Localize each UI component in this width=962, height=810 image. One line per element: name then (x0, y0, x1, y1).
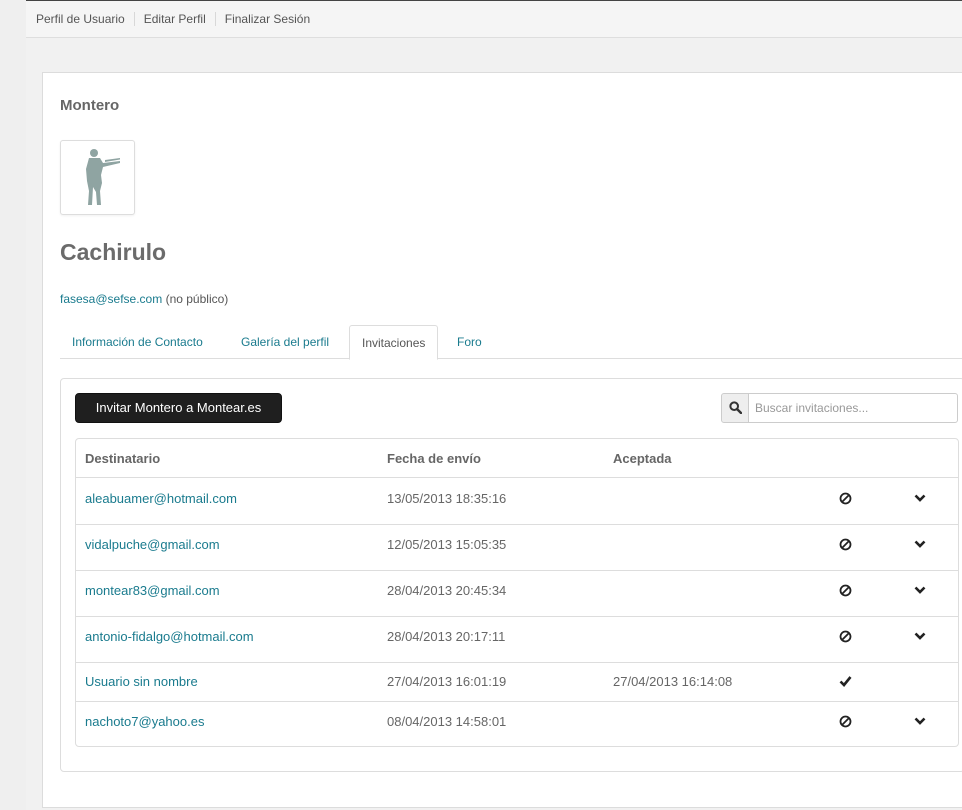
table-row: vidalpuche@gmail.com 12/05/2013 15:05:35 (76, 525, 958, 571)
sent-date: 28/04/2013 20:17:11 (387, 629, 506, 644)
ban-icon[interactable] (839, 715, 853, 729)
sent-date: 12/05/2013 15:05:35 (387, 537, 507, 552)
tab-foro[interactable]: Foro (445, 325, 494, 359)
profile-name: Cachirulo (60, 239, 167, 265)
check-icon (839, 675, 853, 689)
ban-icon[interactable] (839, 538, 853, 552)
ban-icon[interactable] (839, 630, 853, 644)
table-row: montear83@gmail.com 28/04/2013 20:45:34 (76, 571, 958, 617)
left-margin-strip (0, 0, 26, 810)
hunter-silhouette-icon (86, 149, 120, 205)
invitations-table: Destinatario Fecha de envío Aceptada ale… (75, 438, 959, 747)
nav-editar-perfil[interactable]: Editar Perfil (133, 12, 215, 26)
avatar (60, 140, 135, 215)
email-line: fasesa@sefse.com (no público) (60, 292, 228, 306)
sent-date: 28/04/2013 20:45:34 (387, 583, 507, 598)
chevron-down-icon[interactable] (914, 716, 928, 730)
table-header: Destinatario Fecha de envío Aceptada (76, 439, 958, 478)
chevron-down-icon[interactable] (914, 539, 928, 553)
search-box (721, 393, 959, 423)
chevron-down-icon[interactable] (914, 585, 928, 599)
table-row: antonio-fidalgo@hotmail.com 28/04/2013 2… (76, 617, 958, 663)
nav-perfil-usuario[interactable]: Perfil de Usuario (26, 12, 134, 26)
column-aceptada: Aceptada (613, 451, 672, 466)
recipient-link[interactable]: aleabuamer@hotmail.com (85, 491, 237, 506)
search-input[interactable] (748, 393, 958, 423)
tab-informacion-contacto[interactable]: Información de Contacto (60, 325, 215, 359)
recipient-link[interactable]: antonio-fidalgo@hotmail.com (85, 629, 254, 644)
top-navigation: Perfil de Usuario Editar Perfil Finaliza… (26, 0, 962, 38)
recipient-link[interactable]: montear83@gmail.com (85, 583, 220, 598)
accepted-date: 27/04/2013 16:14:08 (613, 674, 733, 689)
nav-finalizar-sesion[interactable]: Finalizar Sesión (214, 12, 319, 26)
profile-panel: Montero Cachirulo fasesa@sefse.com (no p… (42, 72, 962, 808)
sent-date: 27/04/2013 16:01:19 (387, 674, 507, 689)
recipient-link[interactable]: vidalpuche@gmail.com (85, 537, 220, 552)
ban-icon[interactable] (839, 492, 853, 506)
search-addon[interactable] (721, 393, 749, 423)
table-row: nachoto7@yahoo.es 08/04/2013 14:58:01 (76, 702, 958, 746)
tab-invitaciones[interactable]: Invitaciones (349, 325, 439, 360)
profile-email-link[interactable]: fasesa@sefse.com (60, 292, 162, 306)
chevron-down-icon[interactable] (914, 493, 928, 507)
table-row: aleabuamer@hotmail.com 13/05/2013 18:35:… (76, 479, 958, 525)
invite-button[interactable]: Invitar Montero a Montear.es (75, 393, 282, 423)
sent-date: 13/05/2013 18:35:16 (387, 491, 507, 506)
ban-icon[interactable] (839, 584, 853, 598)
recipient-link[interactable]: nachoto7@yahoo.es (85, 714, 204, 729)
column-fecha-envio: Fecha de envío (387, 451, 481, 466)
tab-galeria-perfil[interactable]: Galería del perfil (229, 325, 341, 359)
invitations-tab-content: Invitar Montero a Montear.es Destinatari… (60, 378, 962, 772)
table-row: Usuario sin nombre 27/04/2013 16:01:19 2… (76, 663, 958, 702)
email-privacy-note: (no público) (165, 292, 229, 306)
profile-tabs: Información de Contacto Galería del perf… (60, 325, 962, 360)
column-destinatario: Destinatario (85, 451, 161, 466)
sent-date: 08/04/2013 14:58:01 (387, 714, 507, 729)
chevron-down-icon[interactable] (914, 631, 928, 645)
section-title: Montero (60, 97, 120, 114)
recipient-link[interactable]: Usuario sin nombre (85, 674, 198, 689)
search-icon (729, 401, 742, 414)
